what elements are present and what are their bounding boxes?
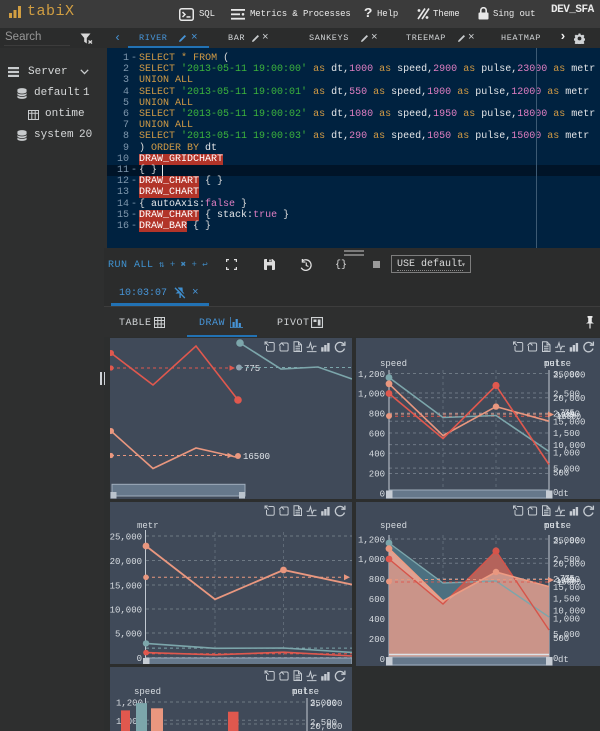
svg-text:0: 0 [380,490,385,500]
svg-text:1,200: 1,200 [358,536,385,546]
svg-text:0: 0 [137,654,142,664]
svg-text:1,000: 1,000 [553,449,580,459]
svg-text:1,500: 1,500 [553,429,580,439]
svg-text:5,000: 5,000 [115,630,142,640]
svg-text:dt: dt [558,655,569,665]
svg-text:600: 600 [369,595,385,605]
svg-text:20,000: 20,000 [553,394,585,404]
svg-text:500: 500 [553,469,569,479]
svg-text:dt: dt [558,489,569,499]
svg-text:3,000: 3,000 [553,370,580,380]
svg-text:16500: 16500 [557,579,581,588]
svg-text:speed: speed [380,359,407,369]
svg-text:800: 800 [369,575,385,585]
svg-text:800: 800 [369,410,385,420]
svg-text:20,000: 20,000 [310,722,342,731]
svg-text:3,000: 3,000 [310,699,337,709]
svg-text:speed: speed [380,521,407,531]
svg-text:200: 200 [369,470,385,480]
svg-text:25,000: 25,000 [110,533,142,543]
svg-text:200: 200 [369,635,385,645]
svg-text:1,500: 1,500 [553,595,580,605]
svg-text:0: 0 [380,655,385,665]
svg-text:20,000: 20,000 [110,557,142,567]
svg-text:16500: 16500 [557,413,581,422]
svg-text:600: 600 [369,430,385,440]
svg-text:16500: 16500 [243,452,270,462]
svg-text:3,000: 3,000 [553,536,580,546]
svg-text:400: 400 [369,450,385,460]
svg-text:10,000: 10,000 [110,606,142,616]
svg-text:metr: metr [544,359,566,369]
svg-text:metr: metr [292,687,314,697]
svg-text:1,000: 1,000 [358,555,385,565]
svg-text:20,000: 20,000 [553,560,585,570]
svg-text:metr: metr [544,521,566,531]
svg-text:400: 400 [369,615,385,625]
svg-text:speed: speed [134,687,161,697]
svg-text:1,000: 1,000 [553,614,580,624]
svg-text:15,000: 15,000 [110,582,142,592]
svg-text:500: 500 [553,634,569,644]
svg-text:metr: metr [137,521,159,531]
svg-text:1,000: 1,000 [358,390,385,400]
svg-text:1,200: 1,200 [358,370,385,380]
svg-text:775: 775 [244,364,260,374]
